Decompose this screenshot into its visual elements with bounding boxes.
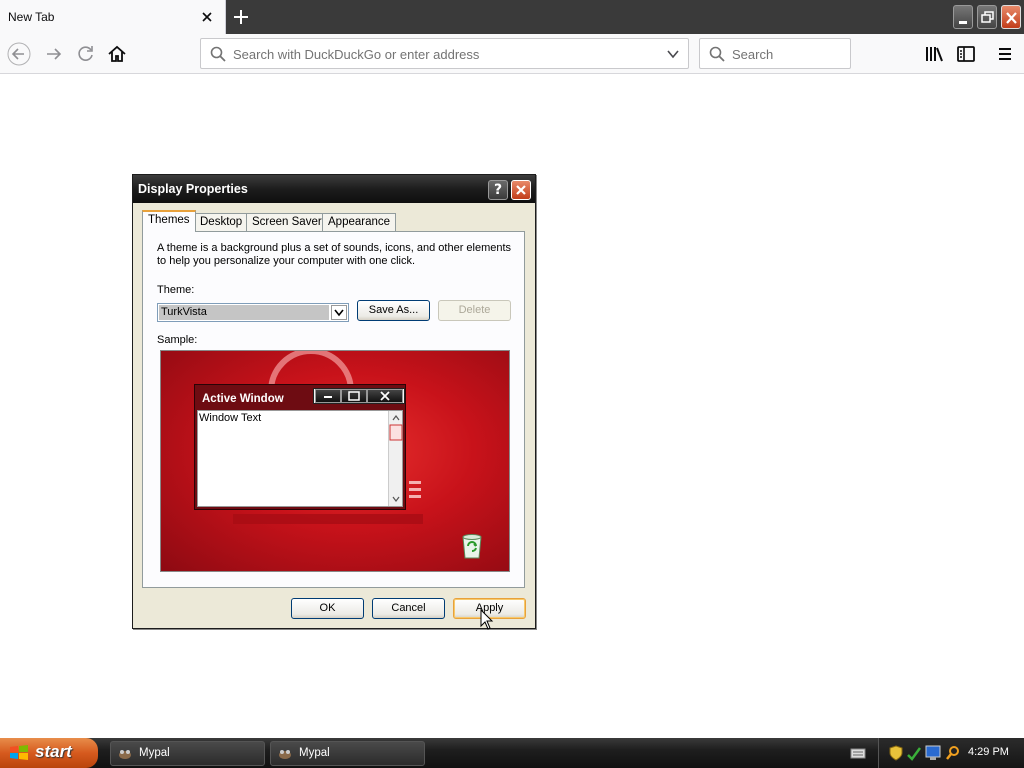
safely-remove-icon[interactable] [906, 745, 922, 761]
new-tab-plus-icon[interactable] [230, 6, 252, 28]
theme-label: Theme: [157, 284, 195, 296]
tab-title: New Tab [8, 10, 55, 24]
minimize-icon [315, 389, 341, 403]
address-bar[interactable]: Search with DuckDuckGo or enter address [200, 38, 689, 69]
maximize-icon [341, 389, 367, 403]
theme-description: A theme is a background plus a set of so… [157, 242, 512, 267]
library-icon[interactable] [922, 42, 946, 66]
start-label: start [35, 742, 72, 761]
display-properties-dialog: Display Properties ? Themes Desktop Scre… [132, 174, 536, 629]
address-bar-placeholder: Search with DuckDuckGo or enter address [233, 47, 480, 62]
search-icon[interactable] [945, 745, 961, 761]
taskbar-item-mypal-2[interactable]: Mypal [270, 741, 425, 766]
window-minimize-button[interactable] [953, 5, 973, 29]
browser-navigation-bar: Search with DuckDuckGo or enter address … [0, 34, 1024, 74]
theme-dropdown[interactable]: TurkVista [157, 303, 349, 322]
search-field[interactable]: Search [699, 38, 851, 69]
search-icon [708, 45, 726, 63]
search-placeholder: Search [732, 47, 774, 62]
window-restore-button[interactable] [977, 5, 997, 29]
forward-icon[interactable] [42, 42, 66, 66]
taskbar: start Mypal Mypal 4:29 PM [0, 738, 1024, 768]
save-as-button[interactable]: Save As... [357, 300, 430, 321]
menu-icon[interactable] [993, 42, 1017, 66]
tab-themes[interactable]: Themes [142, 210, 196, 232]
start-button[interactable]: start [0, 738, 98, 768]
sample-label: Sample: [157, 334, 198, 346]
taskbar-item-label: Mypal [299, 747, 330, 759]
mouse-cursor-icon [480, 609, 494, 631]
tab-appearance[interactable]: Appearance [322, 213, 397, 231]
ok-button[interactable]: OK [291, 598, 364, 619]
sample-window-controls [313, 388, 405, 404]
sample-window-title: Active Window [202, 393, 284, 405]
tab-desktop[interactable]: Desktop [194, 213, 249, 231]
mypal-app-icon [117, 746, 133, 762]
search-icon [209, 45, 227, 63]
back-icon[interactable] [7, 42, 31, 66]
home-icon[interactable] [105, 42, 129, 66]
theme-selected-value: TurkVista [159, 305, 329, 320]
dialog-titlebar[interactable]: Display Properties ? [133, 175, 535, 203]
close-icon [367, 389, 403, 403]
taskbar-item-label: Mypal [139, 747, 170, 759]
theme-sample-preview: Active Window Window Text [160, 350, 510, 572]
help-button[interactable]: ? [488, 180, 508, 200]
taskbar-clock: 4:29 PM [968, 746, 1009, 758]
tab-close-icon[interactable] [198, 8, 216, 26]
dialog-close-button[interactable] [511, 180, 531, 200]
sample-scrollbar [388, 411, 403, 506]
delete-button[interactable]: Delete [438, 300, 511, 321]
sidebar-icon[interactable] [954, 42, 978, 66]
themes-panel: A theme is a background plus a set of so… [142, 231, 525, 588]
cancel-button[interactable]: Cancel [372, 598, 445, 619]
recycle-bin-icon [457, 531, 487, 561]
tab-screen-saver[interactable]: Screen Saver [246, 213, 328, 231]
reload-icon[interactable] [74, 42, 98, 66]
shield-icon[interactable] [889, 745, 903, 761]
windows-logo-icon [9, 744, 29, 762]
system-tray: 4:29 PM [878, 738, 1024, 768]
sample-active-window: Active Window Window Text [194, 384, 406, 510]
network-icon[interactable] [924, 744, 942, 762]
mypal-app-icon [277, 746, 293, 762]
keyboard-icon[interactable] [850, 745, 866, 761]
chevron-down-icon[interactable] [665, 46, 681, 62]
dialog-title: Display Properties [138, 182, 248, 196]
taskbar-item-mypal-1[interactable]: Mypal [110, 741, 265, 766]
tab-new-tab[interactable]: New Tab [0, 0, 226, 34]
sample-window-client: Window Text [197, 410, 403, 507]
chevron-down-icon[interactable] [331, 305, 347, 320]
sample-window-text: Window Text [199, 412, 262, 424]
browser-tab-strip: New Tab [0, 0, 1024, 34]
window-close-button[interactable] [1001, 5, 1021, 29]
